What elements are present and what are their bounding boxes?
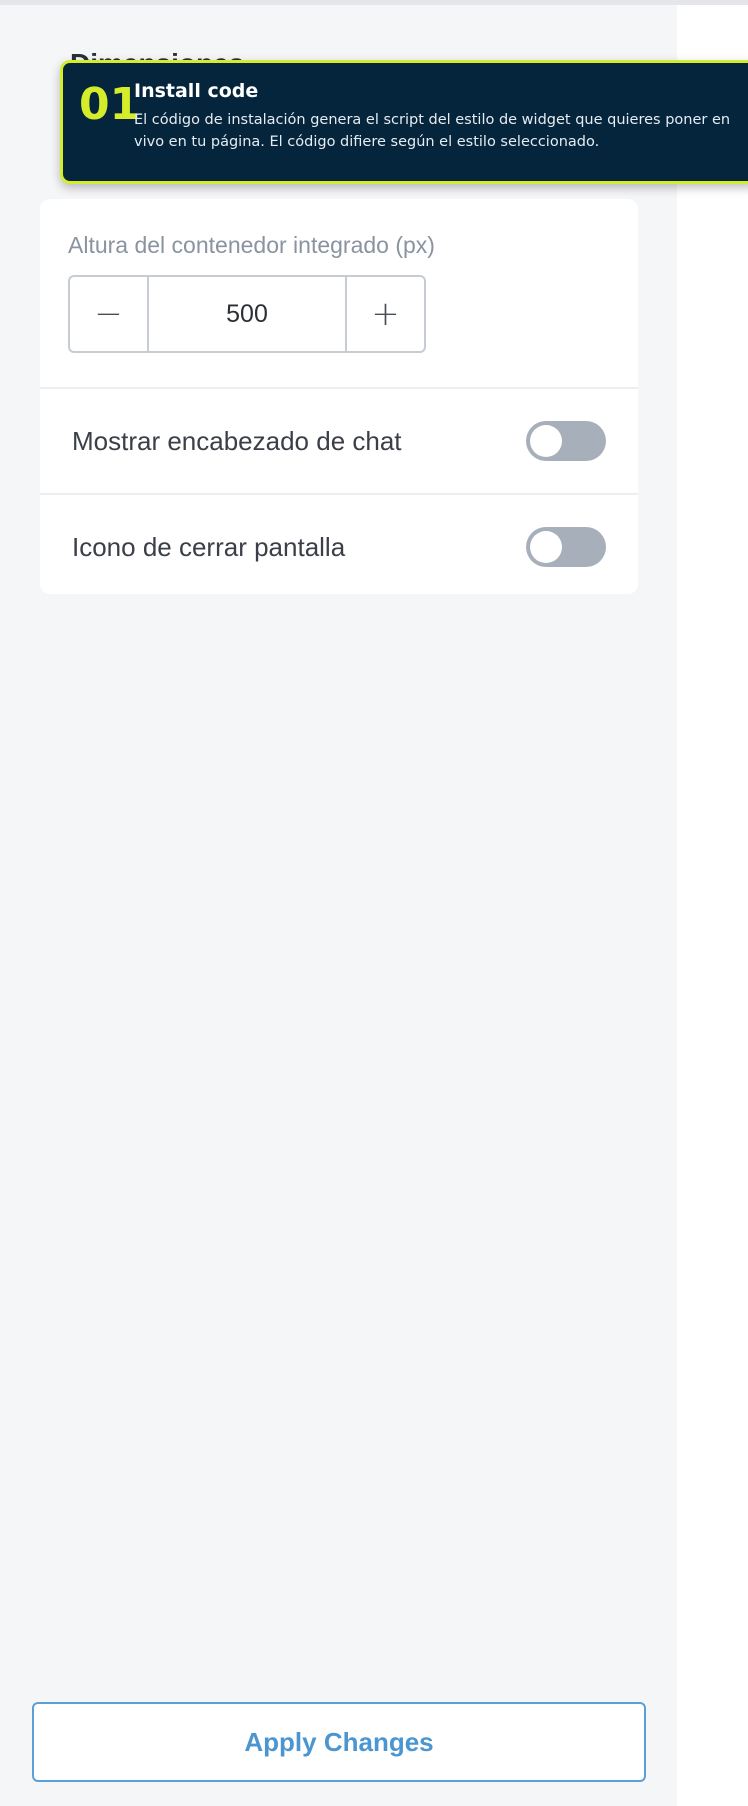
decrement-button[interactable]: − [70,277,149,351]
container-height-stepper: − 500 + [68,275,426,353]
toggle-row-close-icon: Icono de cerrar pantalla [40,495,638,599]
container-height-input[interactable]: 500 [149,277,345,351]
plus-icon: + [371,294,400,334]
toggle-label: Mostrar encabezado de chat [72,425,402,456]
toggle-label: Icono de cerrar pantalla [72,531,346,562]
apply-changes-button[interactable]: Apply Changes [32,1702,646,1782]
increment-button[interactable]: + [345,277,424,351]
show-chat-header-toggle[interactable] [526,421,606,461]
tooltip-description: El código de instalación genera el scrip… [134,112,731,150]
tooltip-step-number: 01 [79,79,141,130]
toggle-knob [530,531,562,563]
container-height-label: Altura del contenedor integrado (px) [68,232,435,258]
minus-icon: − [94,294,123,334]
embed-settings-card: Altura del contenedor integrado (px) − 5… [40,199,638,594]
toggle-knob [530,425,562,457]
toggle-row-chat-header: Mostrar encabezado de chat [40,389,638,493]
preview-panel [677,5,748,1806]
onboarding-tooltip[interactable]: 01 Install code El código de instalación… [60,60,748,184]
tooltip-title: Install code [134,80,259,102]
close-screen-icon-toggle[interactable] [526,527,606,567]
